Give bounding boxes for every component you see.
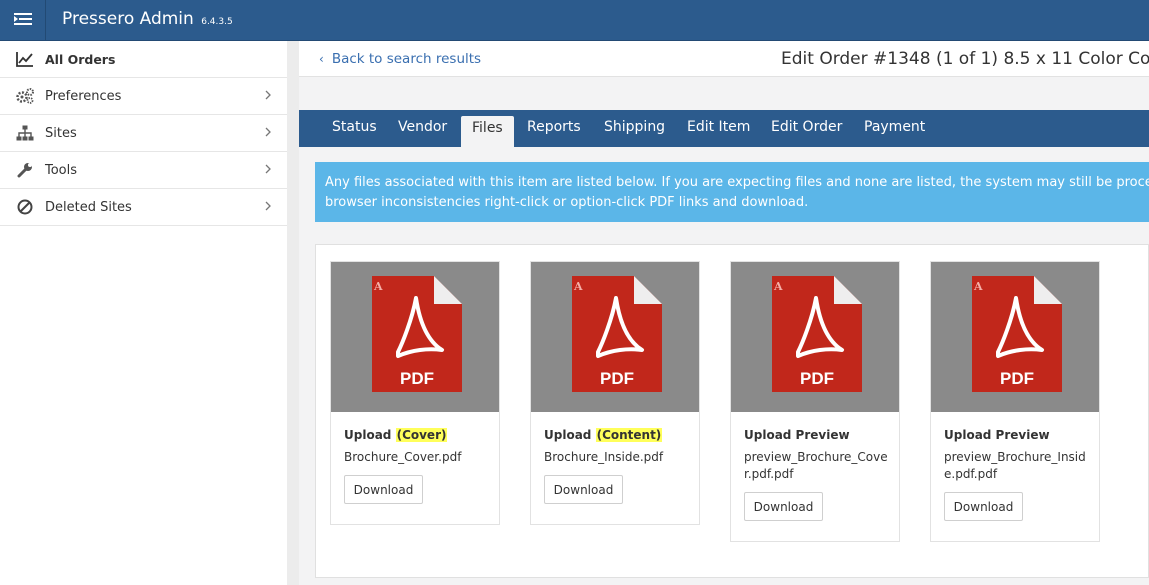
sidebar-item-preferences[interactable]: Preferences <box>0 78 287 115</box>
pdf-file-icon: A PDF <box>372 276 462 392</box>
svg-text:A: A <box>573 280 583 293</box>
sidebar-item-label: All Orders <box>45 51 116 67</box>
alert-line-1: Any files associated with this item are … <box>325 175 1149 190</box>
file-name: Brochure_Inside.pdf <box>544 450 664 464</box>
tab-reports[interactable]: Reports <box>527 119 581 135</box>
sidebar-scroll-gutter <box>287 41 299 585</box>
pdf-icon-label: PDF <box>600 369 634 388</box>
sidebar-item-deleted-sites[interactable]: Deleted Sites <box>0 189 287 226</box>
tab-shipping[interactable]: Shipping <box>604 119 665 135</box>
chevron-right-icon <box>265 90 271 100</box>
order-tabs: Status Vendor Files Reports Shipping Edi… <box>299 110 1149 147</box>
files-info-alert: Any files associated with this item are … <box>315 162 1149 222</box>
file-title-tag: (Cover) <box>395 428 448 442</box>
top-bar: Pressero Admin 6.4.3.5 <box>0 0 1149 41</box>
svg-text:A: A <box>373 280 383 293</box>
tab-vendor[interactable]: Vendor <box>398 119 447 135</box>
file-thumbnail[interactable]: A PDF <box>531 262 699 412</box>
file-title-prefix: Upload <box>344 428 392 442</box>
ban-icon <box>15 198 35 216</box>
tab-files[interactable]: Files <box>461 116 514 147</box>
download-button[interactable]: Download <box>944 492 1023 521</box>
file-name: preview_Brochure_Inside.pdf.pdf <box>944 450 1086 481</box>
file-title: Upload (Cover) <box>344 428 499 442</box>
svg-text:A: A <box>973 280 983 293</box>
tab-payment[interactable]: Payment <box>864 119 925 135</box>
tab-edit-order[interactable]: Edit Order <box>771 119 842 135</box>
download-button[interactable]: Download <box>544 475 623 504</box>
tab-status[interactable]: Status <box>332 119 377 135</box>
app-title: Pressero Admin 6.4.3.5 <box>62 9 233 29</box>
file-title: Upload Preview <box>744 428 899 442</box>
tab-edit-item[interactable]: Edit Item <box>687 119 750 135</box>
file-card: A PDF Upload Preview preview_Brochure_Cov… <box>730 261 900 542</box>
file-title-tag: (Content) <box>595 428 663 442</box>
files-panel: A PDF Upload (Cover) Brochure_Cover.pdf D… <box>315 244 1149 578</box>
menu-toggle-button[interactable] <box>0 0 46 41</box>
sidebar-item-label: Preferences <box>45 88 122 104</box>
hamburger-menu-icon <box>13 11 32 31</box>
sidebar-item-sites[interactable]: Sites <box>0 115 287 152</box>
chevron-left-icon: ‹ <box>319 52 324 66</box>
sidebar-item-label: Sites <box>45 125 77 141</box>
file-card: A PDF Upload (Cover) Brochure_Cover.pdf D… <box>330 261 500 525</box>
file-title: Upload (Content) <box>544 428 699 442</box>
file-thumbnail[interactable]: A PDF <box>331 262 499 412</box>
chevron-right-icon <box>265 127 271 137</box>
file-thumbnail[interactable]: A PDF <box>731 262 899 412</box>
app-name: Pressero Admin <box>62 9 194 29</box>
app-version: 6.4.3.5 <box>201 17 233 27</box>
download-button[interactable]: Download <box>744 492 823 521</box>
file-title-prefix: Upload Preview <box>944 428 1050 442</box>
pdf-file-icon: A PDF <box>572 276 662 392</box>
svg-text:A: A <box>773 280 783 293</box>
pdf-file-icon: A PDF <box>772 276 862 392</box>
back-to-search-link[interactable]: ‹ Back to search results <box>319 51 481 67</box>
sidebar-item-label: Deleted Sites <box>45 199 132 215</box>
line-chart-icon <box>15 50 35 68</box>
pdf-icon-label: PDF <box>400 369 434 388</box>
file-name: Brochure_Cover.pdf <box>344 450 462 464</box>
file-card: A PDF Upload (Content) Brochure_Inside.pd… <box>530 261 700 525</box>
pdf-icon-label: PDF <box>1000 369 1034 388</box>
pdf-icon-label: PDF <box>800 369 834 388</box>
sidebar-item-tools[interactable]: Tools <box>0 152 287 189</box>
file-name: preview_Brochure_Cover.pdf.pdf <box>744 450 888 481</box>
file-title-prefix: Upload Preview <box>744 428 850 442</box>
chevron-right-icon <box>265 201 271 211</box>
wrench-icon <box>15 161 35 179</box>
sidebar-item-all-orders[interactable]: All Orders <box>0 41 287 78</box>
gears-icon <box>15 87 35 105</box>
pdf-file-icon: A PDF <box>972 276 1062 392</box>
alert-line-2: browser inconsistencies right-click or o… <box>325 195 809 210</box>
page-title: Edit Order #1348 (1 of 1) 8.5 x 11 Color… <box>781 49 1149 69</box>
sitemap-icon <box>15 124 35 142</box>
chevron-right-icon <box>265 164 271 174</box>
file-thumbnail[interactable]: A PDF <box>931 262 1099 412</box>
sidebar: All Orders Preferences Sites Tools Delet… <box>0 41 287 585</box>
file-title-prefix: Upload <box>544 428 592 442</box>
file-card: A PDF Upload Preview preview_Brochure_Ins… <box>930 261 1100 542</box>
page-header: ‹ Back to search results Edit Order #1348… <box>299 41 1149 77</box>
file-title: Upload Preview <box>944 428 1099 442</box>
download-button[interactable]: Download <box>344 475 423 504</box>
sidebar-item-label: Tools <box>45 162 78 178</box>
back-link-label: Back to search results <box>331 51 482 67</box>
